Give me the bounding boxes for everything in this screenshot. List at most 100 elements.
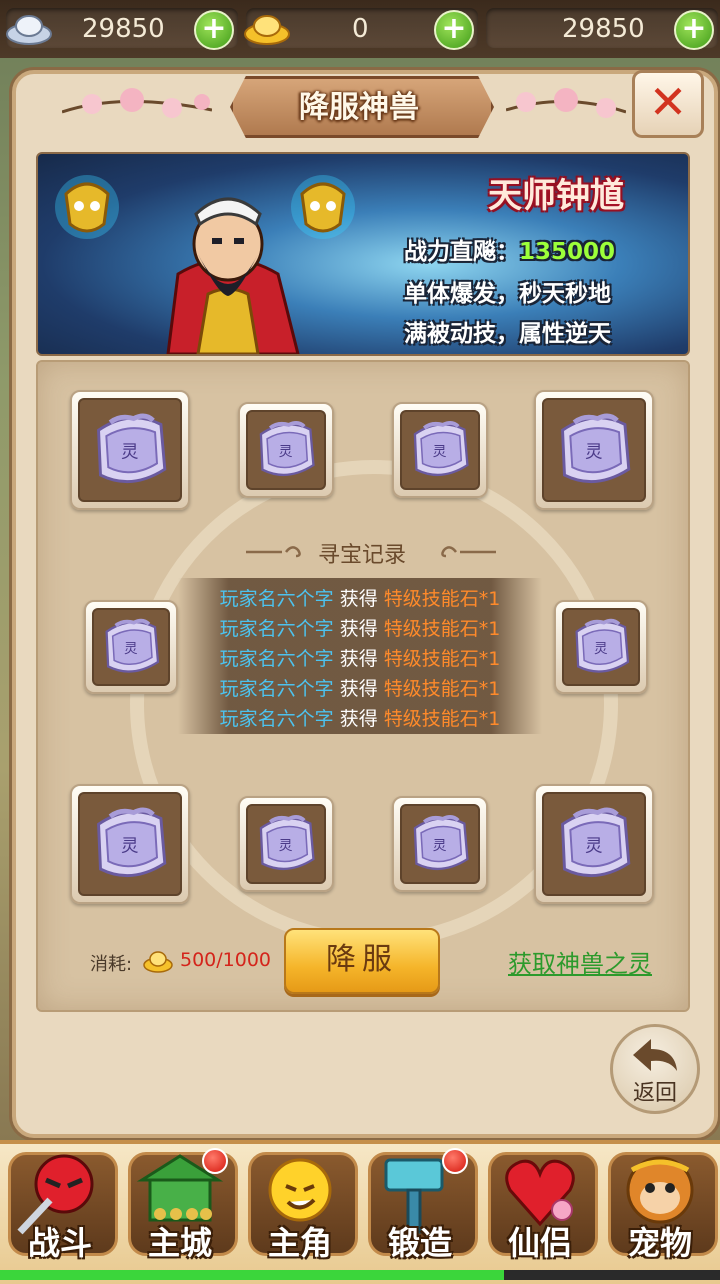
progress-fill	[0, 1270, 504, 1280]
nav-label: 战斗	[27, 1224, 92, 1262]
record-item: 特级技能石*1	[383, 708, 501, 730]
zhong-kui-hero-portrait	[166, 197, 300, 354]
reward-slot[interactable]: 灵	[70, 390, 190, 510]
tablet-glyph: 灵	[433, 444, 447, 460]
record-player: 玩家名六个字	[219, 648, 334, 670]
record-player: 玩家名六个字	[219, 678, 334, 700]
reward-slot[interactable]: 灵	[534, 390, 654, 510]
panel-title: 降服神兽	[299, 90, 419, 125]
hero-feature-2: 满被动技，属性逆天	[404, 321, 611, 347]
close-button[interactable]: ✕	[632, 70, 704, 138]
spirit-tablet-icon: 灵	[545, 401, 642, 498]
hero-power-line: 战力直飚：135000	[404, 232, 615, 266]
silver-ingot-icon	[6, 15, 52, 45]
back-label: 返回	[632, 1081, 677, 1106]
reward-slot[interactable]: 灵	[534, 784, 654, 904]
gold-ingot-icon	[244, 15, 290, 45]
gold-counter: 0 +	[244, 8, 478, 50]
reward-slot[interactable]: 灵	[84, 600, 178, 694]
gold-ingot-icon	[143, 951, 173, 973]
record-item: 特级技能石*1	[383, 618, 501, 640]
record-item: 特级技能石*1	[383, 588, 501, 610]
tablet-glyph: 灵	[585, 443, 603, 463]
record-verb: 获得	[339, 678, 378, 700]
tame-button[interactable]: 降服	[284, 928, 440, 994]
back-arrow-icon	[633, 1039, 677, 1071]
notification-dot	[442, 1148, 468, 1174]
nav-label: 主角	[267, 1224, 332, 1262]
reward-slot[interactable]: 灵	[392, 402, 488, 498]
third-amount: 29850	[562, 14, 645, 44]
record-list: 玩家名六个字 获得 特级技能石*1 玩家名六个字 获得 特级技能石*1 玩家名六…	[178, 578, 542, 734]
tablet-glyph: 灵	[594, 641, 608, 657]
record-verb: 获得	[339, 588, 378, 610]
get-beast-spirit-link[interactable]: 获取神兽之灵	[508, 944, 652, 979]
nav-label: 仙侣	[507, 1224, 572, 1262]
record-player: 玩家名六个字	[219, 708, 334, 730]
spirit-tablet-icon: 灵	[574, 618, 631, 674]
back-button[interactable]: 返回	[610, 1024, 700, 1114]
golden-mask-icon	[55, 175, 119, 239]
nav-label: 主城	[147, 1224, 212, 1262]
plum-blossom-right-decor	[506, 88, 626, 118]
cost-value: 500/1000	[180, 949, 272, 971]
nav-label: 锻造	[387, 1224, 452, 1262]
spirit-tablet-icon: 灵	[413, 421, 470, 478]
currency-bar: 29850 + 0 + 29850 +	[0, 0, 720, 58]
cloud-ornament-right-icon	[441, 546, 496, 558]
power-label: 战力直飚：	[404, 239, 519, 265]
record-verb: 获得	[339, 648, 378, 670]
add-gold-button[interactable]: +	[434, 10, 474, 50]
record-entry: 玩家名六个字 获得 特级技能石*1	[178, 614, 542, 641]
record-entry: 玩家名六个字 获得 特级技能石*1	[178, 674, 542, 701]
tablet-glyph: 灵	[121, 837, 139, 857]
notification-dot	[202, 1148, 228, 1174]
reward-slot[interactable]: 灵	[392, 796, 488, 892]
loading-progress-bar	[0, 1270, 720, 1280]
nav-battle[interactable]: 战斗	[2, 1146, 118, 1270]
record-item: 特级技能石*1	[383, 648, 501, 670]
plum-blossom-left-decor	[62, 88, 212, 118]
record-verb: 获得	[339, 708, 378, 730]
record-player: 玩家名六个字	[219, 588, 334, 610]
reward-slot[interactable]: 灵	[238, 796, 334, 892]
reward-slot[interactable]: 灵	[238, 402, 334, 498]
power-value: 135000	[519, 239, 616, 265]
tablet-glyph: 灵	[124, 641, 138, 657]
nav-main-city[interactable]: 主城	[122, 1146, 238, 1270]
silver-counter: 29850 +	[6, 8, 238, 50]
reward-slot[interactable]: 灵	[70, 784, 190, 904]
hero-banner: 天师钟馗 战力直飚：135000 单体爆发，秒天秒地 满被动技，属性逆天	[36, 152, 690, 356]
tablet-glyph: 灵	[433, 838, 447, 854]
tablet-glyph: 灵	[121, 443, 139, 463]
spirit-tablet-icon: 灵	[104, 618, 161, 674]
record-item: 特级技能石*1	[383, 678, 501, 700]
reward-slot[interactable]: 灵	[554, 600, 648, 694]
nav-pet[interactable]: 宠物	[602, 1146, 718, 1270]
record-verb: 获得	[339, 618, 378, 640]
nav-hero[interactable]: 主角	[242, 1146, 358, 1270]
silver-amount: 29850	[82, 14, 165, 44]
nav-partner[interactable]: 仙侣	[482, 1146, 598, 1270]
add-silver-button[interactable]: +	[194, 10, 234, 50]
hero-name: 天师钟馗	[488, 176, 624, 216]
record-entry: 玩家名六个字 获得 特级技能石*1	[178, 584, 542, 611]
nav-forge[interactable]: 锻造	[362, 1146, 478, 1270]
tablet-glyph: 灵	[585, 837, 603, 857]
record-entry: 玩家名六个字 获得 特级技能石*1	[178, 704, 542, 731]
spirit-tablet-icon: 灵	[81, 795, 178, 892]
cost-label: 消耗:	[90, 954, 133, 975]
gold-amount: 0	[352, 14, 369, 44]
spirit-tablet-icon: 灵	[545, 795, 642, 892]
spirit-tablet-icon: 灵	[413, 815, 470, 872]
spirit-tablet-icon: 灵	[81, 401, 178, 498]
record-player: 玩家名六个字	[219, 618, 334, 640]
third-counter: 29850 +	[486, 8, 718, 50]
add-third-button[interactable]: +	[674, 10, 714, 50]
hero-feature-1: 单体爆发，秒天秒地	[404, 281, 611, 307]
tablet-glyph: 灵	[279, 444, 293, 460]
nav-label: 宠物	[627, 1224, 692, 1262]
spirit-tablet-icon: 灵	[259, 421, 316, 478]
record-entry: 玩家名六个字 获得 特级技能石*1	[178, 644, 542, 671]
tablet-glyph: 灵	[279, 838, 293, 854]
